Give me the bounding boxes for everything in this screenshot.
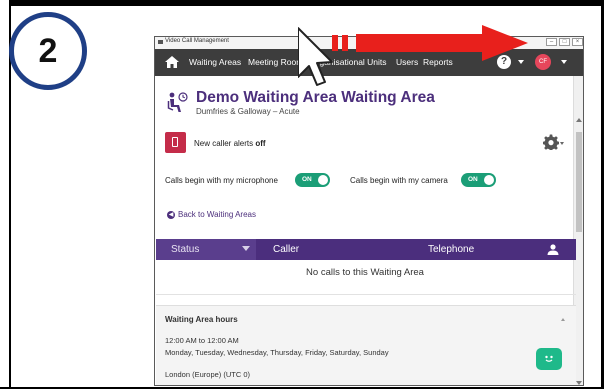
caller-alerts-status: New caller alerts off	[194, 139, 266, 148]
hours-timezone: London (Europe) (UTC 0)	[165, 370, 251, 379]
camera-toggle-state: ON	[468, 176, 478, 183]
app-icon	[158, 40, 163, 44]
close-button[interactable]: ×	[572, 38, 583, 46]
hours-panel-title: Waiting Area hours	[165, 315, 238, 324]
scroll-down-icon[interactable]	[576, 381, 582, 385]
hours-time-range: 12:00 AM to 12:00 AM	[165, 336, 239, 345]
caller-alerts-state: off	[255, 139, 266, 148]
waiting-area-hours-panel: Waiting Area hours 12:00 AM to 12:00 AM …	[156, 305, 576, 385]
frame-top-border	[0, 0, 604, 6]
microphone-toggle-state: ON	[302, 176, 312, 183]
maximize-button[interactable]: □	[559, 38, 570, 46]
step-number-badge: 2	[9, 12, 87, 90]
toggle-knob	[318, 175, 328, 185]
window-title: Video Call Management	[165, 38, 229, 44]
waiting-room-icon	[167, 92, 188, 112]
status-header-label: Status	[171, 244, 200, 255]
scroll-thumb[interactable]	[576, 132, 582, 232]
section-divider	[156, 294, 576, 295]
settings-chevron-down-icon[interactable]	[560, 142, 564, 145]
hours-days: Monday, Tuesday, Wednesday, Thursday, Fr…	[165, 348, 389, 357]
empty-calls-message: No calls to this Waiting Area	[306, 267, 424, 278]
account-chevron-down-icon[interactable]	[561, 60, 567, 64]
toggle-knob	[484, 175, 494, 185]
chat-bot-icon[interactable]	[536, 348, 562, 370]
telephone-header-label: Telephone	[428, 244, 475, 255]
gear-icon[interactable]	[543, 134, 559, 150]
annotation-arrow-right-icon	[298, 25, 528, 86]
calls-table-header: Status Caller Telephone	[156, 239, 576, 260]
person-icon	[547, 244, 559, 255]
microphone-toggle-label: Calls begin with my microphone	[165, 176, 278, 185]
arrow-left-icon: ◀	[167, 210, 175, 219]
scroll-up-icon[interactable]	[576, 118, 582, 122]
back-to-waiting-areas-link[interactable]: ◀ Back to Waiting Areas	[167, 210, 256, 219]
caller-header-label: Caller	[273, 244, 300, 255]
page-subtitle: Dumfries & Galloway – Acute	[196, 107, 300, 116]
nav-waiting-areas[interactable]: Waiting Areas	[189, 57, 241, 67]
camera-toggle-label: Calls begin with my camera	[350, 176, 448, 185]
filter-icon[interactable]	[242, 246, 250, 251]
caller-alerts-label: New caller alerts	[194, 139, 254, 148]
collapse-chevron-up-icon[interactable]	[561, 318, 565, 321]
back-link-label: Back to Waiting Areas	[178, 210, 256, 219]
alert-phone-icon[interactable]	[165, 132, 186, 153]
home-icon[interactable]	[164, 55, 180, 69]
camera-toggle[interactable]: ON	[461, 173, 496, 187]
microphone-toggle[interactable]: ON	[295, 173, 330, 187]
